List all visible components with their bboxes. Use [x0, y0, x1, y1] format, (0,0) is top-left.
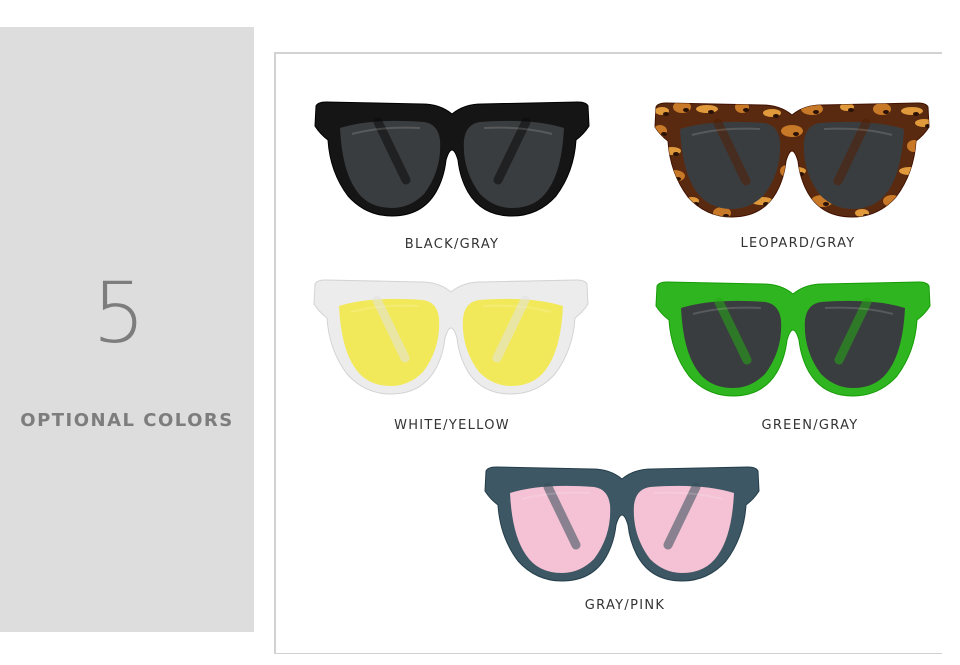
- product-label-gray-pink: GRAY/PINK: [584, 598, 666, 613]
- sunglasses-gray-pink-icon: [484, 466, 760, 582]
- product-label-white-yellow: WHITE/YELLOW: [394, 418, 510, 433]
- product-white-yellow: [310, 278, 592, 396]
- product-label-leopard-gray: LEOPARD/GRAY: [740, 236, 856, 251]
- sunglasses-leopard-gray-icon: [654, 102, 930, 218]
- sunglasses-black-gray-icon: [314, 101, 590, 217]
- product-black-gray: [312, 100, 592, 218]
- product-label-black-gray: BLACK/GRAY: [404, 237, 500, 252]
- sunglasses-white-yellow-icon: [313, 279, 589, 395]
- sunglasses-green-gray-icon: [655, 281, 931, 397]
- side-panel: 5 OPTIONAL COLORS: [0, 27, 254, 632]
- product-leopard-gray: [652, 101, 932, 219]
- product-green-gray: [653, 280, 933, 398]
- optional-colors-caption: OPTIONAL COLORS: [20, 410, 234, 431]
- product-label-green-gray: GREEN/GRAY: [761, 418, 859, 433]
- color-count: 5: [92, 264, 146, 362]
- product-gray-pink: [482, 465, 762, 583]
